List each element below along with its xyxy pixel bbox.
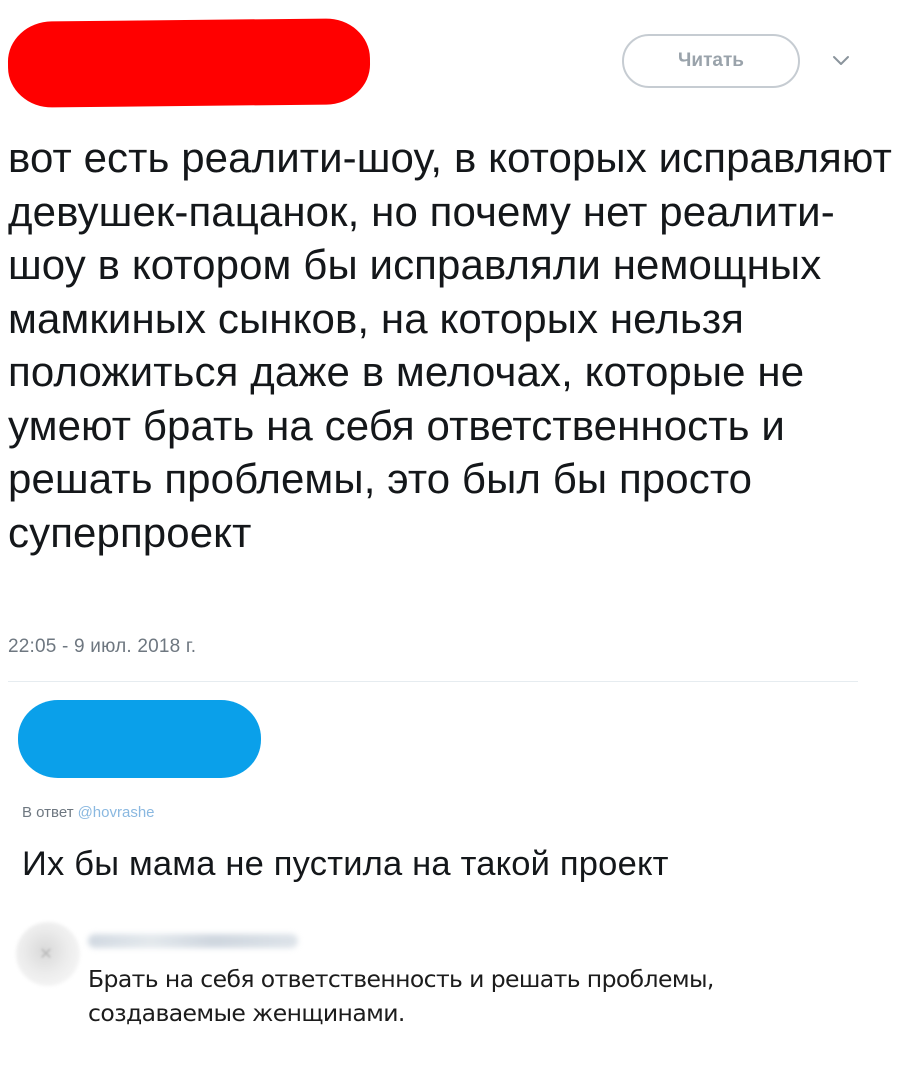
tweet-menu-button[interactable] bbox=[826, 48, 856, 74]
reply-to-label: В ответ bbox=[22, 804, 74, 821]
comment-text: Брать на себя ответственность и решать п… bbox=[88, 965, 714, 1027]
author-name-redacted bbox=[7, 18, 371, 108]
chevron-down-icon bbox=[833, 56, 849, 65]
reply-author-redacted bbox=[18, 700, 261, 778]
tweet-timestamp[interactable]: 22:05 - 9 июл. 2018 г. bbox=[8, 636, 196, 658]
divider bbox=[8, 681, 858, 682]
reply-to-handle-link[interactable]: @hovrashe bbox=[78, 804, 155, 821]
reply-context: В ответ @hovrashe bbox=[22, 804, 155, 821]
avatar-mark-icon: ✕ bbox=[39, 946, 53, 963]
tweet-text: вот есть реалити-шоу, в которых исправля… bbox=[8, 134, 892, 556]
follow-button[interactable]: Читать bbox=[622, 34, 800, 88]
comment-author-blurred bbox=[88, 934, 298, 948]
reply-text: Их бы мама не пустила на такой проект bbox=[22, 845, 669, 883]
